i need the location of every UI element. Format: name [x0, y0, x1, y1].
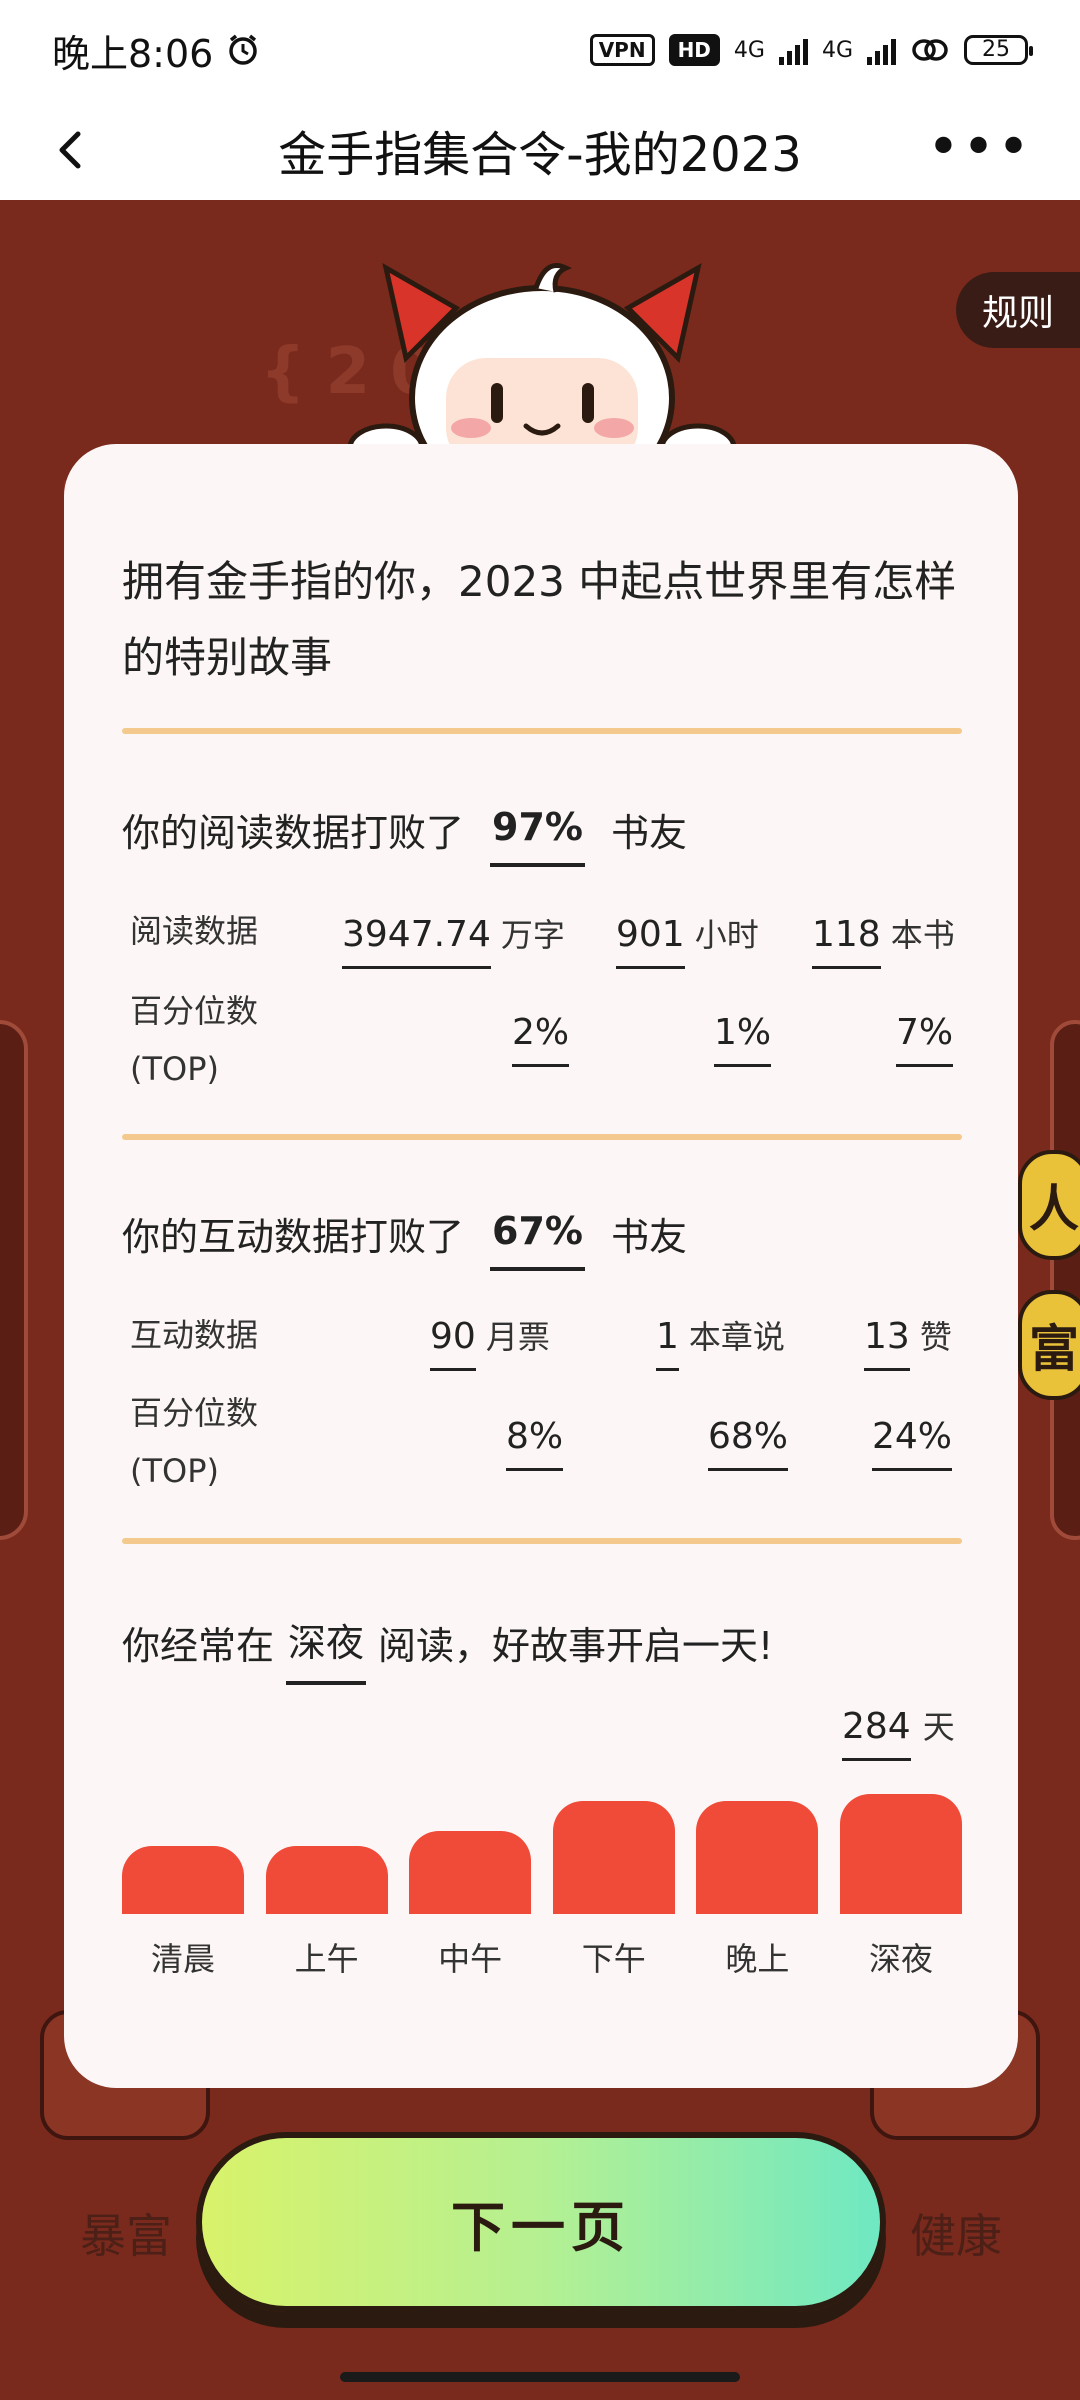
network-label-2: 4G	[821, 37, 853, 63]
more-options-icon[interactable]: •••	[927, 120, 1032, 176]
peak-day-count: 284 天	[842, 1706, 955, 1761]
interaction-percentile-label: 百分位数 (TOP)	[130, 1394, 259, 1490]
interaction-tickets-top: 8%	[506, 1416, 564, 1471]
side-coin-1: 人	[1018, 1150, 1080, 1260]
side-coin-2: 富	[1018, 1290, 1080, 1400]
intro-text: 拥有金手指的你，2023 中起点世界里有怎样的特别故事	[122, 557, 957, 682]
nav-bar: 金手指集合令-我的2023 •••	[0, 100, 1080, 200]
reading-hours: 901 小时	[616, 914, 759, 969]
interaction-title-prefix: 你的互动数据打败了	[122, 1215, 465, 1259]
reading-percentile-label: 百分位数 (TOP)	[130, 992, 259, 1088]
network-label-1: 4G	[733, 37, 765, 63]
reading-words: 3947.74 万字	[342, 914, 565, 969]
bg-label-right: 健康	[910, 2209, 1002, 2263]
bg-label-left: 暴富	[80, 2209, 172, 2263]
bar-5	[840, 1794, 962, 1914]
bar-label-4: 晚上	[725, 1940, 790, 1978]
bar-label-1: 上午	[294, 1940, 359, 1978]
page-title: 金手指集合令-我的2023	[278, 127, 802, 183]
interaction-title-suffix: 书友	[610, 1215, 687, 1259]
reading-section-title: 你的阅读数据打败了 97% 书友	[122, 802, 687, 867]
battery-icon: 25	[964, 35, 1033, 65]
right-side-panel	[1050, 1020, 1080, 1540]
reading-percent: 97%	[490, 805, 585, 867]
time-of-day-title: 你经常在 深夜 阅读，好故事开启一天!	[122, 1612, 774, 1685]
bar-label-2: 中午	[438, 1940, 503, 1978]
interaction-section-title: 你的互动数据打败了 67% 书友	[122, 1206, 687, 1271]
time-title-prefix: 你经常在	[122, 1624, 275, 1668]
reading-books-top: 7%	[896, 1012, 954, 1067]
interaction-percent: 67%	[490, 1209, 585, 1271]
time-of-day-chart	[122, 1794, 962, 1914]
bar-label-5: 深夜	[868, 1940, 933, 1978]
bar-3	[552, 1801, 675, 1914]
interaction-comments-top: 68%	[708, 1416, 789, 1471]
bar-label-3: 下午	[581, 1940, 646, 1978]
status-bar: 晚上8:06 VPN HD 4G 4G 25	[0, 0, 1080, 100]
interaction-likes-top: 24%	[872, 1416, 953, 1471]
reading-books: 118 本书	[812, 914, 955, 969]
bar-1	[265, 1846, 388, 1914]
reading-words-top: 2%	[512, 1012, 570, 1067]
reading-title-prefix: 你的阅读数据打败了	[122, 811, 465, 855]
divider	[122, 1538, 962, 1544]
interaction-data-label: 互动数据	[130, 1316, 259, 1354]
bar-2	[409, 1831, 532, 1914]
interaction-chapter-comments: 1 本章说	[656, 1316, 785, 1371]
divider	[122, 1134, 962, 1140]
alarm-icon	[229, 34, 258, 65]
mascot-illustration	[347, 263, 737, 468]
summary-card: 拥有金手指的你，2023 中起点世界里有怎样的特别故事 你的阅读数据打败了 97…	[64, 444, 1018, 2088]
reading-hours-top: 1%	[714, 1012, 772, 1067]
reading-title-suffix: 书友	[610, 811, 687, 855]
link-icon	[912, 39, 948, 61]
clock: 晚上8:06	[52, 31, 214, 76]
divider	[122, 728, 962, 734]
signal-icon	[778, 35, 808, 65]
rules-button[interactable]: 规则	[956, 272, 1080, 348]
interaction-likes: 13 赞	[864, 1316, 952, 1371]
hd-badge: HD	[668, 34, 720, 66]
vpn-badge: VPN	[589, 34, 655, 66]
reading-data-label: 阅读数据	[130, 912, 259, 950]
time-highlight: 深夜	[286, 1612, 367, 1685]
interaction-monthly-tickets: 90 月票	[430, 1316, 550, 1371]
bar-0	[122, 1846, 244, 1914]
time-title-suffix: 阅读，好故事开启一天!	[378, 1624, 774, 1668]
bar-label-0: 清晨	[150, 1940, 215, 1978]
bar-4	[696, 1801, 819, 1914]
left-side-panel	[0, 1020, 28, 1540]
signal-icon-2	[867, 35, 896, 65]
next-page-button[interactable]: 下一页	[196, 2132, 886, 2312]
back-arrow-icon[interactable]	[48, 126, 96, 174]
home-indicator[interactable]	[340, 2372, 740, 2382]
